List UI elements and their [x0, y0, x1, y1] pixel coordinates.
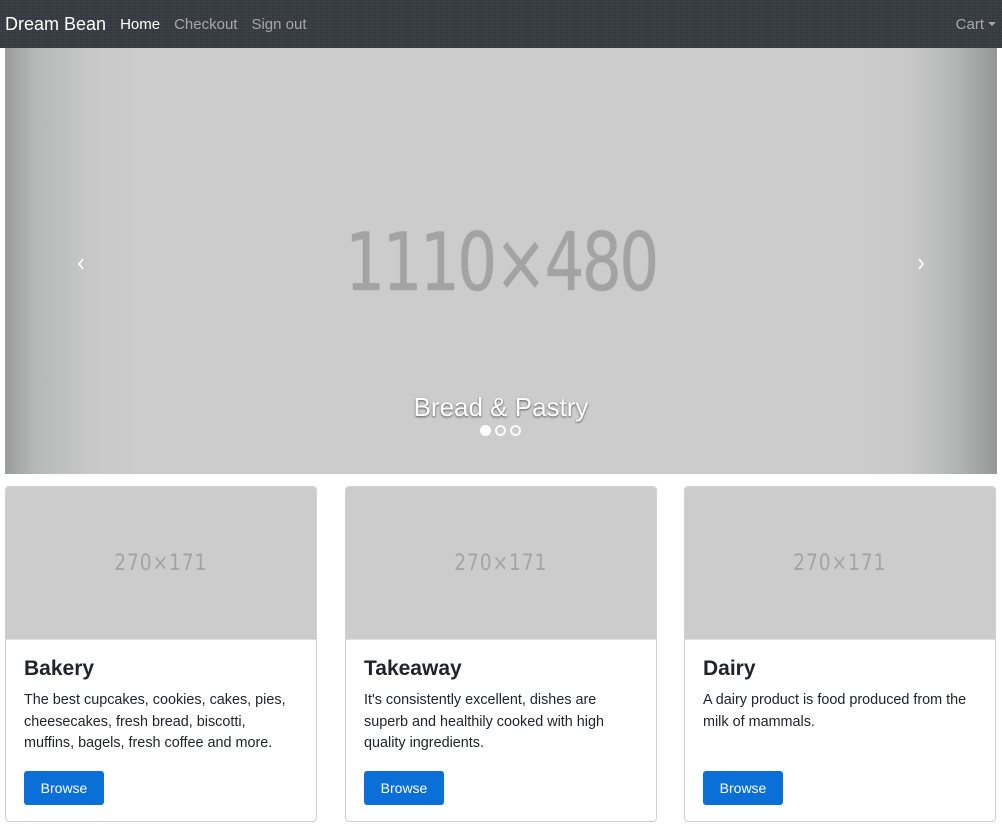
card-image-placeholder: 270×171 — [346, 487, 656, 640]
carousel-indicator-2[interactable] — [495, 425, 506, 436]
card-image-size-label: 270×171 — [114, 550, 208, 576]
card-takeaway: 270×171 Takeaway It's consistently excel… — [345, 486, 657, 822]
card-bakery: 270×171 Bakery The best cupcakes, cookie… — [5, 486, 317, 822]
nav-link-sign-out[interactable]: Sign out — [251, 16, 306, 33]
carousel-indicators — [480, 425, 521, 436]
card-text: The best cupcakes, cookies, cakes, pies,… — [24, 692, 286, 751]
brand-logo-link[interactable]: Dream Bean — [5, 14, 106, 35]
cart-dropdown-toggle[interactable]: Cart — [956, 0, 996, 48]
card-text: A dairy product is food produced from th… — [703, 692, 967, 730]
card-title: Takeaway — [364, 657, 462, 680]
hero-carousel: 1110×480 Bread & Pastry — [5, 48, 997, 474]
caret-down-icon — [988, 22, 996, 26]
card-body: Dairy A dairy product is food produced f… — [685, 640, 995, 821]
card-body: Bakery The best cupcakes, cookies, cakes… — [6, 640, 316, 821]
chevron-left-icon — [77, 258, 84, 270]
nav-link-checkout[interactable]: Checkout — [174, 16, 237, 33]
card-image-placeholder: 270×171 — [685, 487, 995, 640]
card-image-size-label: 270×171 — [793, 550, 887, 576]
card-text: It's consistently excellent, dishes are … — [364, 692, 605, 751]
cart-label: Cart — [955, 15, 984, 33]
carousel-indicator-1[interactable] — [480, 425, 491, 436]
carousel-image-placeholder: 1110×480 — [345, 216, 659, 309]
chevron-right-icon — [918, 258, 925, 270]
card-dairy: 270×171 Dairy A dairy product is food pr… — [684, 486, 996, 822]
nav-link-home[interactable]: Home — [120, 16, 160, 33]
carousel-indicator-3[interactable] — [510, 425, 521, 436]
carousel-prev-button[interactable] — [61, 244, 101, 284]
card-image-size-label: 270×171 — [454, 550, 548, 576]
navbar: Dream Bean Home Checkout Sign out Cart — [0, 0, 1002, 48]
card-body: Takeaway It's consistently excellent, di… — [346, 640, 656, 821]
carousel-next-button[interactable] — [901, 244, 941, 284]
card-title: Dairy — [703, 657, 756, 680]
browse-takeaway-button[interactable]: Browse — [364, 771, 444, 805]
card-title: Bakery — [24, 657, 95, 680]
card-image-placeholder: 270×171 — [6, 487, 316, 640]
browse-dairy-button[interactable]: Browse — [703, 771, 783, 805]
browse-bakery-button[interactable]: Browse — [24, 771, 104, 805]
carousel-caption: Bread & Pastry — [413, 392, 589, 422]
